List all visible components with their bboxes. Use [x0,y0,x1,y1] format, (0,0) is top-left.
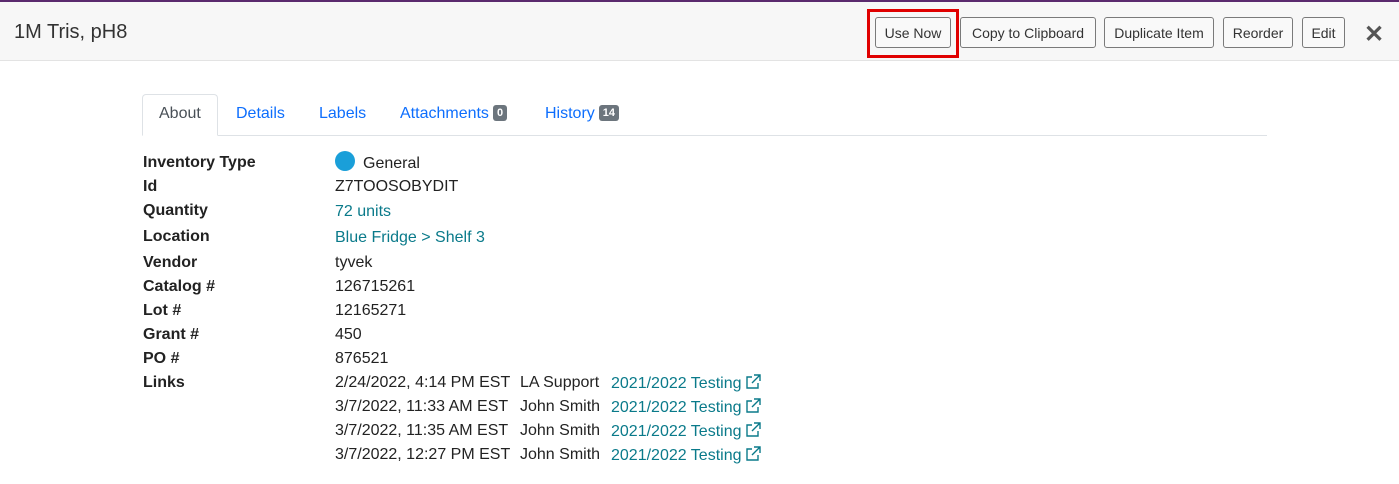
link-date: 3/7/2022, 12:27 PM EST [335,446,511,463]
link-title: 2021/2022 Testing [611,375,742,392]
catalog-value: 126715261 [335,278,416,295]
external-link-icon [746,374,762,389]
tab-about-label: About [159,105,201,122]
tab-history[interactable]: History 14 [545,94,620,135]
duplicate-item-button[interactable]: Duplicate Item [1104,17,1214,48]
link-user: John Smith [520,398,601,415]
link-title: 2021/2022 Testing [611,447,742,464]
external-link-icon [746,422,762,437]
quantity-link[interactable]: 72 units [335,203,391,221]
tab-details[interactable]: Details [236,94,285,135]
external-link-icon [746,446,762,461]
link-item[interactable]: 2021/2022 Testing [611,374,762,393]
quantity-label: Quantity [143,202,208,219]
link-title: 2021/2022 Testing [611,399,742,416]
reorder-button[interactable]: Reorder [1223,17,1293,48]
id-label: Id [143,178,158,195]
edit-button[interactable]: Edit [1302,17,1345,48]
inventory-type-label: Inventory Type [143,154,256,171]
location-link[interactable]: Blue Fridge > Shelf 3 [335,229,485,247]
grant-value: 450 [335,326,362,343]
close-icon[interactable]: ✕ [1363,23,1385,47]
link-date: 3/7/2022, 11:33 AM EST [335,398,509,415]
history-count-badge: 14 [598,105,620,121]
links-label: Links [143,374,185,391]
link-item[interactable]: 2021/2022 Testing [611,422,762,441]
tab-about[interactable]: About [142,94,218,136]
link-title: 2021/2022 Testing [611,423,742,440]
link-user: John Smith [520,446,601,463]
link-item[interactable]: 2021/2022 Testing [611,398,762,417]
tab-labels[interactable]: Labels [319,94,366,135]
tab-attachments[interactable]: Attachments 0 [400,94,508,135]
inventory-type-color-dot [335,151,355,171]
po-label: PO # [143,350,180,367]
attachments-count-badge: 0 [492,105,508,121]
inventory-type-text: General [363,155,420,172]
link-date: 2/24/2022, 4:14 PM EST [335,374,511,391]
item-header: 1M Tris, pH8 Use Now Copy to Clipboard D… [0,2,1399,61]
catalog-label: Catalog # [143,278,216,295]
vendor-label: Vendor [143,254,198,271]
inventory-type-value: General [335,151,420,173]
lot-value: 12165271 [335,302,407,319]
external-link-icon [746,398,762,413]
item-title: 1M Tris, pH8 [14,21,128,43]
tab-attachments-label: Attachments [400,105,489,122]
location-label: Location [143,228,210,245]
id-value: Z7TOOSOBYDIT [335,178,459,195]
tab-bar: About Details Labels Attachments 0 Histor… [142,94,1267,136]
link-item[interactable]: 2021/2022 Testing [611,446,762,465]
link-user: LA Support [520,374,600,391]
use-now-button[interactable]: Use Now [875,17,951,48]
tab-history-label: History [545,105,595,122]
tab-labels-label: Labels [319,105,367,122]
copy-to-clipboard-button[interactable]: Copy to Clipboard [960,17,1096,48]
grant-label: Grant # [143,326,200,343]
lot-label: Lot # [143,302,182,319]
po-value: 876521 [335,350,389,367]
vendor-value: tyvek [335,254,373,271]
tab-details-label: Details [236,105,285,122]
link-user: John Smith [520,422,601,439]
link-date: 3/7/2022, 11:35 AM EST [335,422,509,439]
